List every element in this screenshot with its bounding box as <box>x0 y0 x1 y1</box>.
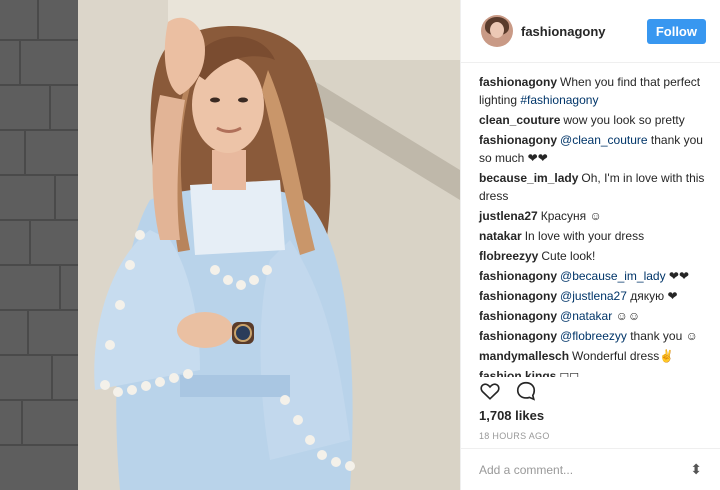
comment-icon[interactable] <box>515 380 537 407</box>
post-sidebar: fashionagony Follow fashionagony When you… <box>460 0 720 490</box>
comment-user[interactable]: fashionagony <box>479 289 557 303</box>
comment-mention[interactable]: @justlena27 <box>560 289 627 303</box>
post-photo[interactable] <box>0 0 460 490</box>
post-header: fashionagony Follow <box>461 0 720 63</box>
comment: fashionagony @clean_couture thank you so … <box>479 133 703 165</box>
comment-mention[interactable]: @flobreezyy <box>560 329 627 343</box>
comment: flobreezyy Cute look! <box>479 249 596 263</box>
heart-icon[interactable] <box>479 380 501 407</box>
comment: fashionagony @natakar ☺☺ <box>479 309 641 323</box>
comment-user[interactable]: fashionagony <box>479 75 557 89</box>
like-count[interactable]: 1,708 likes <box>479 408 544 423</box>
comment-user[interactable]: fashionagony <box>479 133 557 147</box>
comment: fashionagony @because_im_lady ❤❤ <box>479 269 690 283</box>
comment: fashionagony @justlena27 дякую ❤ <box>479 289 678 303</box>
comment-list: fashionagony When you find that perfect l… <box>461 63 720 377</box>
comment: clean_couture wow you look so pretty <box>479 113 685 127</box>
comment: natakar In love with your dress <box>479 229 645 243</box>
comment-mention[interactable]: @clean_couture <box>560 133 648 147</box>
comment-mention[interactable]: #fashionagony <box>520 93 598 107</box>
follow-button[interactable]: Follow <box>646 18 706 44</box>
comment-user[interactable]: natakar <box>479 229 522 243</box>
post-timestamp[interactable]: 18 HOURS AGO <box>479 431 550 441</box>
add-comment-bar: Add a comment... ⬍ <box>461 448 720 490</box>
comment-user[interactable]: mandymallesch <box>479 349 569 363</box>
comment-user[interactable]: fashionagony <box>479 329 557 343</box>
header-username[interactable]: fashionagony <box>521 24 647 39</box>
comment-mention[interactable]: @natakar <box>560 309 612 323</box>
comment-user[interactable]: fashionagony <box>479 269 557 283</box>
comment: mandymallesch Wonderful dress✌ <box>479 349 675 363</box>
post-photo-art <box>0 0 460 490</box>
comment: fashion.kings ◻◻ <box>479 367 706 377</box>
comment-user[interactable]: fashionagony <box>479 309 557 323</box>
comment: because_im_lady Oh, I'm in love with this… <box>479 171 705 203</box>
comment: justlena27 Красуня ☺ <box>479 209 602 223</box>
instagram-post: fashionagony Follow fashionagony When you… <box>0 0 720 490</box>
comment: fashionagony When you find that perfect l… <box>479 75 701 107</box>
comment-user[interactable]: justlena27 <box>479 209 538 223</box>
comment-user[interactable]: flobreezyy <box>479 249 538 263</box>
comment: fashionagony @flobreezyy thank you ☺ <box>479 329 698 343</box>
avatar[interactable] <box>481 15 513 47</box>
comment-user[interactable]: fashion.kings <box>479 369 556 377</box>
post-actions <box>479 380 537 407</box>
comment-user[interactable]: clean_couture <box>479 113 560 127</box>
comment-user[interactable]: because_im_lady <box>479 171 578 185</box>
add-comment-input[interactable]: Add a comment... <box>479 463 690 477</box>
more-icon[interactable]: ⬍ <box>690 461 702 478</box>
comment-mention[interactable]: @because_im_lady <box>560 269 666 283</box>
